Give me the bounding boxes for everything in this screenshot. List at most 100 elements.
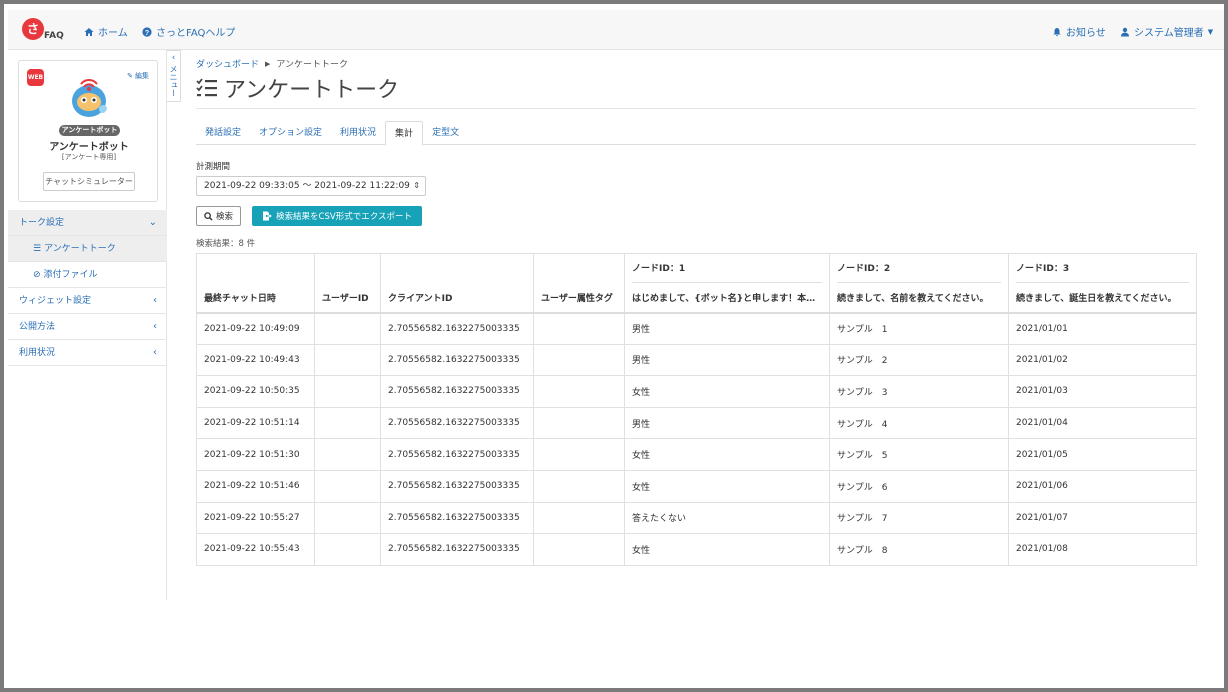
node-question: 続きまして、名前を教えてください。 [837, 293, 989, 304]
results-table: 最終チャット日時 ユーザーID クライアントID ユーザー属性タグ ノードID：… [196, 253, 1197, 566]
sidebar-item-publish[interactable]: 公開方法 ‹ [8, 314, 167, 340]
breadcrumb: ダッシュボード ▶ アンケートトーク [196, 57, 349, 71]
node-id-label: ノードID：3 [1016, 261, 1189, 283]
table-cell: サンプル 5 [829, 438, 1009, 471]
table-cell: 2021/01/06 [1008, 469, 1197, 503]
home-icon [84, 27, 94, 36]
node-id-label: ノードID：2 [837, 261, 1001, 283]
logo-mark: さ [22, 18, 44, 40]
chevron-left-icon: ‹ [153, 295, 157, 306]
table-row: 2021-09-22 10:49:43 2.70556582.1632275003… [196, 343, 1197, 377]
breadcrumb-dashboard[interactable]: ダッシュボード [196, 57, 259, 70]
sidebar-item-label: ウィジェット設定 [19, 296, 92, 306]
sidebar-subitem-survey-talk[interactable]: ☰ アンケートトーク [8, 236, 167, 262]
table-cell: 女性 [624, 533, 830, 566]
bell-icon [1053, 27, 1061, 36]
table-cell: サンプル 2 [829, 343, 1009, 377]
nav-notices-link[interactable]: お知らせ [1052, 24, 1106, 39]
bot-subtitle: [アンケート専用] [61, 153, 117, 161]
table-cell [314, 375, 381, 408]
nav-home-label: ホーム [98, 28, 128, 39]
table-cell: 女性 [624, 438, 830, 471]
table-cell: サンプル 3 [829, 375, 1009, 408]
export-button-label: 検索結果をCSV形式でエクスポート [276, 212, 412, 222]
table-cell: サンプル 1 [829, 312, 1009, 345]
table-cell: 2021-09-22 10:49:09 [196, 312, 315, 345]
column-header-node-2: ノードID：2 続きまして、名前を教えてください。 [829, 253, 1009, 314]
table-cell: 2.70556582.1632275003335 [380, 533, 534, 566]
page-title-text: アンケートトーク [224, 78, 400, 103]
tab-aggregate[interactable]: 集計 [385, 121, 424, 146]
column-header: クライアントID [380, 253, 534, 314]
table-cell [314, 438, 381, 471]
node-question: はじめまして、{ボット名}と申します！本… [632, 293, 816, 304]
sidebar-collapse-toggle[interactable]: ‹ メニュー [167, 50, 181, 102]
table-cell: 女性 [624, 469, 830, 503]
bot-name: アンケートボット [49, 142, 129, 153]
table-row: 2021-09-22 10:51:14 2.70556582.1632275003… [196, 406, 1197, 440]
table-cell [533, 469, 625, 503]
search-icon [204, 211, 213, 221]
web-badge: WEB [27, 69, 44, 86]
breadcrumb-current: アンケートトーク [276, 60, 349, 70]
search-button-label: 検索 [215, 212, 233, 222]
period-select[interactable]: 2021-09-22 09:33:05 〜 2021-09-22 11:22:0… [196, 176, 426, 196]
sidebar-subitem-attachments[interactable]: ⊘ 添付ファイル [8, 262, 167, 288]
sidebar-subitem-label: 添付ファイル [43, 269, 98, 280]
table-header-row: 最終チャット日時 ユーザーID クライアントID ユーザー属性タグ ノードID：… [196, 253, 1197, 314]
sidebar-item-widget-settings[interactable]: ウィジェット設定 ‹ [8, 288, 167, 314]
edit-bot-link[interactable]: ✎ 編集 [127, 71, 149, 81]
table-cell [314, 469, 381, 503]
table-cell: 2021/01/05 [1008, 438, 1197, 471]
table-row: 2021-09-22 10:51:46 2.70556582.1632275003… [196, 469, 1197, 503]
chat-simulator-button[interactable]: チャットシミュレーター [43, 172, 135, 191]
table-cell [533, 312, 625, 345]
search-button[interactable]: 検索 [196, 206, 241, 226]
collapse-label: メニュー [169, 65, 178, 97]
export-csv-button[interactable]: 検索結果をCSV形式でエクスポート [252, 206, 422, 226]
table-cell [314, 406, 381, 440]
table-cell: 2021/01/07 [1008, 501, 1197, 535]
table-cell: 女性 [624, 375, 830, 408]
bot-type-tag: アンケートボット [59, 125, 120, 136]
table-cell: 男性 [624, 312, 830, 345]
bot-avatar [67, 75, 111, 119]
table-cell: 2.70556582.1632275003335 [380, 343, 534, 377]
table-cell: サンプル 6 [829, 469, 1009, 503]
title-divider [196, 108, 1196, 109]
tab-bar: 発話設定 オプション設定 利用状況 集計 定型文 [196, 121, 1196, 146]
sidebar-menu: トーク設定 ⌄ ☰ アンケートトーク ⊘ 添付ファイル ウィジェット設定 ‹ 公… [8, 210, 167, 366]
caret-down-icon: ▼ [1207, 27, 1214, 36]
table-cell: 男性 [624, 343, 830, 377]
table-cell: 2021/01/01 [1008, 312, 1197, 345]
table-cell: 答えたくない [624, 501, 830, 535]
table-cell: 2.70556582.1632275003335 [380, 469, 534, 503]
nav-home-link[interactable]: ホーム [84, 24, 128, 39]
user-menu[interactable]: システム管理者 ▼ [1120, 24, 1213, 39]
table-cell: 2.70556582.1632275003335 [380, 406, 534, 440]
bot-profile-card: WEB ✎ 編集 アンケートボット アンケートボット [アンケート専用] チャッ… [18, 60, 158, 202]
table-cell: 2021-09-22 10:50:35 [196, 375, 315, 408]
table-cell: 2021/01/04 [1008, 406, 1197, 440]
sidebar-item-usage[interactable]: 利用状況 ‹ [8, 340, 167, 366]
tab-templates[interactable]: 定型文 [423, 121, 468, 145]
table-cell [533, 406, 625, 440]
node-id-label: ノードID：1 [632, 261, 822, 283]
app-logo[interactable]: さ FAQ [22, 18, 66, 44]
sidebar-item-talk-settings[interactable]: トーク設定 ⌄ [8, 210, 167, 236]
select-caret-icon: ⇕ [413, 181, 420, 190]
column-header: ユーザー属性タグ [533, 253, 625, 314]
list-icon: ☰ [33, 243, 42, 254]
table-cell [533, 375, 625, 408]
table-cell [314, 312, 381, 345]
table-cell: 2021-09-22 10:55:27 [196, 501, 315, 535]
tab-utterance-settings[interactable]: 発話設定 [196, 121, 250, 145]
nav-help-link[interactable]: ? さっとFAQヘルプ [142, 24, 235, 39]
breadcrumb-separator-icon: ▶ [265, 59, 271, 68]
tab-option-settings[interactable]: オプション設定 [250, 121, 331, 145]
table-cell: 2.70556582.1632275003335 [380, 438, 534, 471]
table-cell [314, 343, 381, 377]
node-question: 続きまして、誕生日を教えてください。 [1016, 293, 1177, 304]
table-cell [314, 501, 381, 535]
tab-usage[interactable]: 利用状況 [331, 121, 385, 145]
